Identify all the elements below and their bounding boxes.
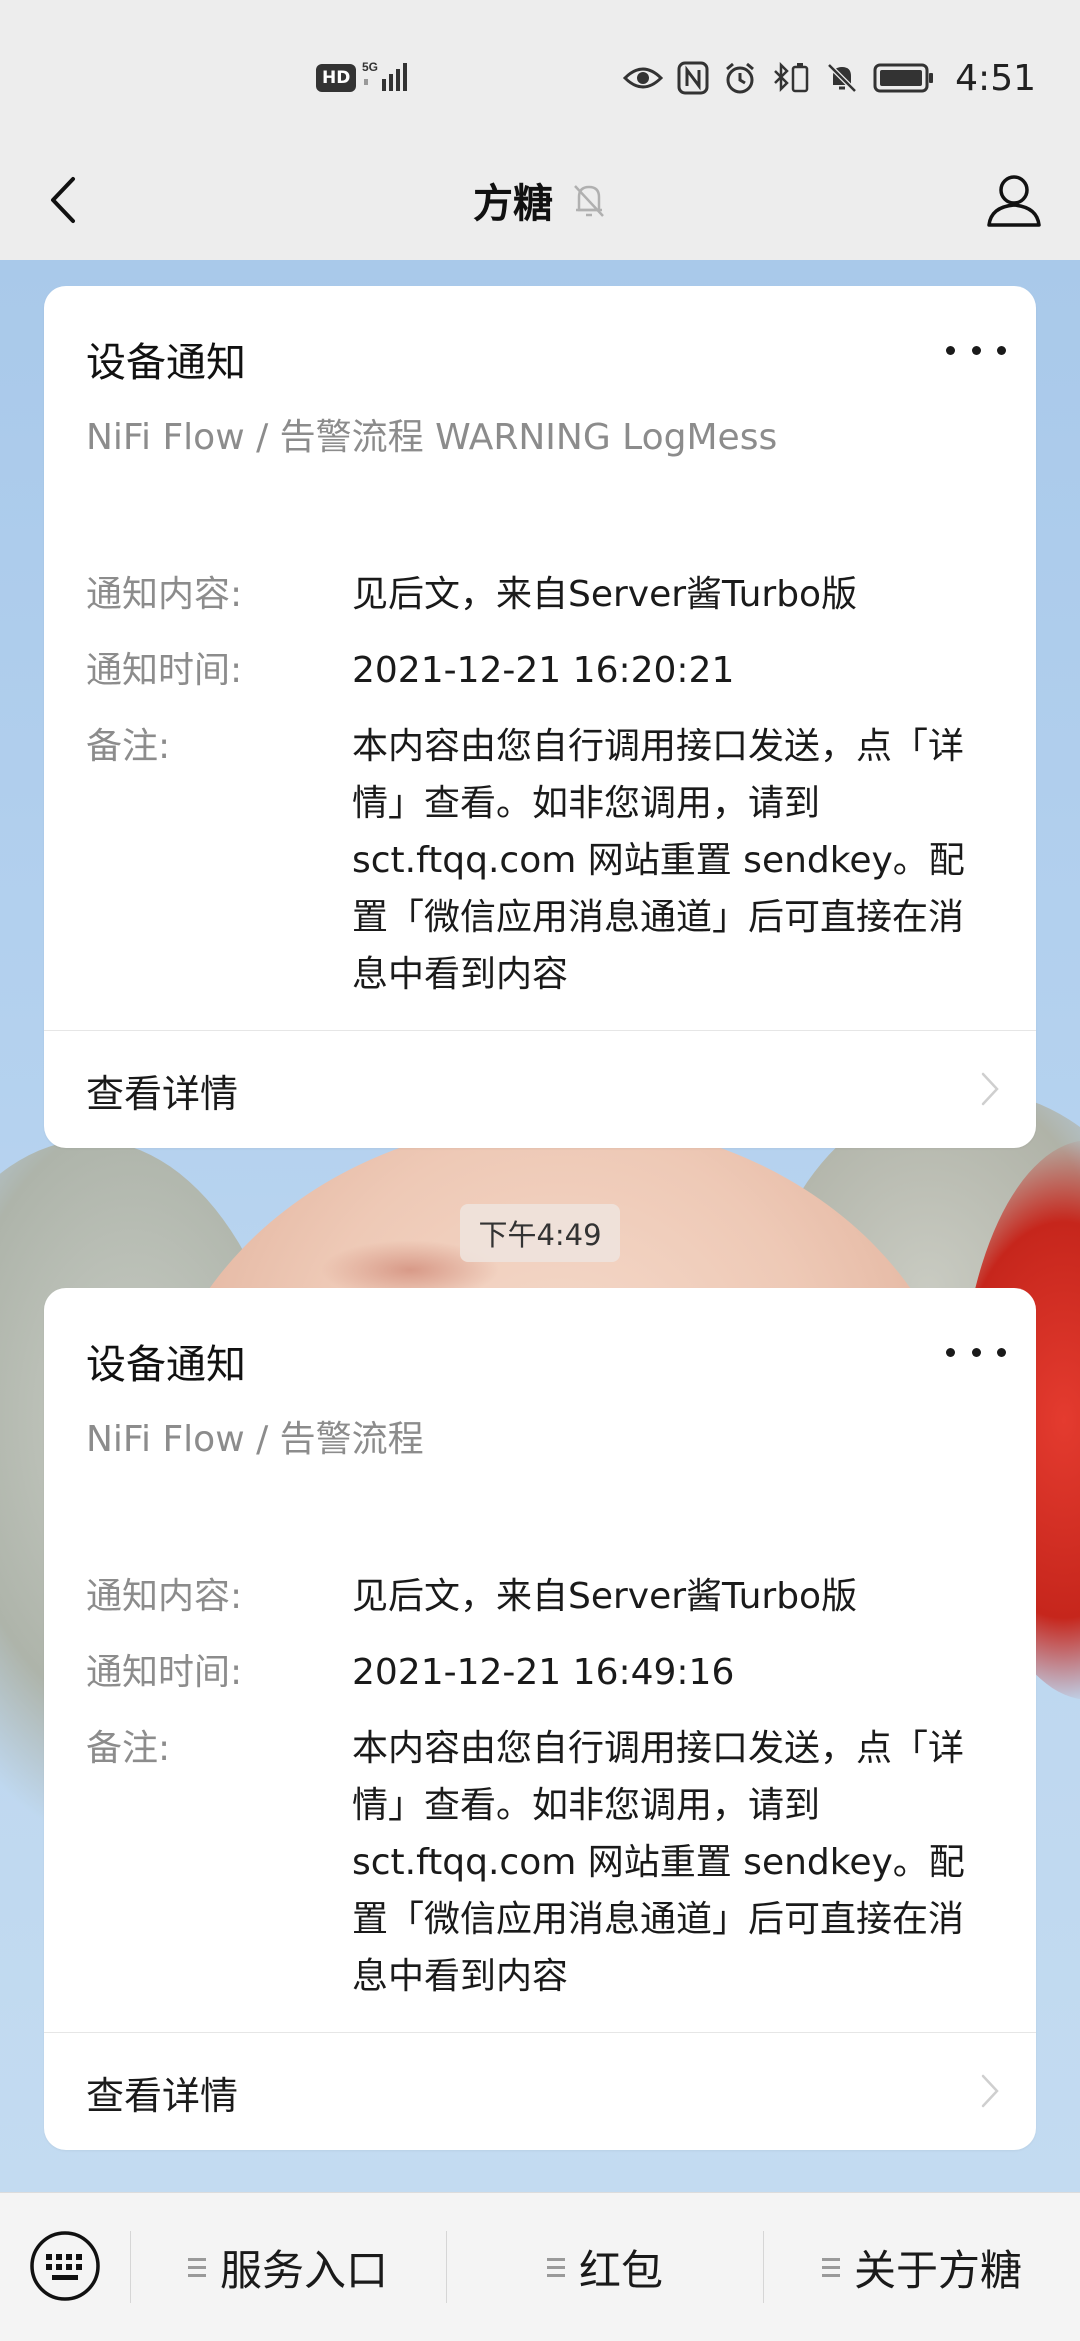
menu-lines-icon — [546, 2257, 565, 2277]
system-indicators: 4:51 — [623, 54, 1036, 102]
dot-icon — [971, 345, 981, 355]
dot-icon — [997, 345, 1006, 355]
status-time: 4:51 — [955, 57, 1036, 99]
menu-about[interactable]: 关于方糖 — [764, 2193, 1080, 2341]
battery-icon — [873, 62, 935, 94]
notification-card[interactable]: 设备通知 NiFi Flow / 告警流程 通知内容: 见后文，来自Server… — [44, 1288, 1036, 2150]
network-type-label: 5G — [362, 60, 378, 74]
dot-icon — [946, 345, 955, 355]
content-value: 见后文，来自Server酱Turbo版 — [352, 574, 858, 615]
menu-lines-icon — [821, 2257, 840, 2277]
card-title: 设备通知 — [86, 340, 246, 386]
menu-red-packet[interactable]: 红包 — [447, 2193, 763, 2341]
eye-icon — [623, 64, 664, 92]
notification-card[interactable]: 设备通知 NiFi Flow / 告警流程 WARNING LogMess 通知… — [44, 286, 1036, 1148]
mute-icon — [825, 61, 859, 95]
alarm-icon — [723, 61, 757, 95]
time-value: 2021-12-21 16:20:21 — [352, 650, 735, 691]
profile-button[interactable] — [976, 162, 1052, 238]
chat-area[interactable]: 设备通知 NiFi Flow / 告警流程 WARNING LogMess 通知… — [0, 260, 1080, 2192]
menu-service-entry[interactable]: 服务入口 — [130, 2193, 446, 2341]
hd-badge: HD — [316, 64, 357, 92]
nav-title-group: 方糖 — [0, 166, 1080, 234]
nav-bar: 方糖 — [0, 140, 1080, 260]
time-value: 2021-12-21 16:49:16 — [352, 1652, 735, 1693]
menu-lines-icon — [187, 2257, 206, 2277]
time-label: 通知时间: — [86, 650, 243, 691]
card-title: 设备通知 — [86, 1342, 246, 1388]
card-subtitle: NiFi Flow / 告警流程 — [86, 1419, 424, 1460]
content-label: 通知内容: — [86, 1576, 243, 1617]
view-details-label: 查看详情 — [86, 1072, 239, 1116]
nfc-icon — [677, 61, 709, 95]
bluetooth-battery-icon — [771, 61, 811, 95]
view-details-link[interactable]: 查看详情 — [44, 1031, 1036, 1148]
more-options-button[interactable] — [946, 1340, 1006, 1364]
more-options-button[interactable] — [946, 338, 1006, 362]
status-bar: HD 5G 4:51 — [0, 0, 1080, 140]
keyboard-toggle-button[interactable] — [26, 2227, 104, 2305]
person-icon — [987, 175, 1041, 227]
dot-icon — [946, 1347, 955, 1357]
view-details-link[interactable]: 查看详情 — [44, 2033, 1036, 2150]
bell-muted-icon — [574, 185, 604, 217]
remark-label: 备注: — [86, 726, 171, 767]
remark-value: 本内容由您自行调用接口发送，点「详情」查看。如非您调用，请到 sct.ftqq.… — [352, 726, 965, 995]
menu-label: 服务入口 — [219, 2245, 388, 2295]
bottom-menu-bar: 服务入口 红包 关于方糖 — [0, 2192, 1080, 2341]
content-label: 通知内容: — [86, 574, 243, 615]
menu-label: 关于方糖 — [853, 2245, 1022, 2295]
dot-icon — [997, 1347, 1006, 1357]
chevron-right-icon — [981, 2074, 999, 2108]
dot-icon — [971, 1347, 981, 1357]
remark-label: 备注: — [86, 1728, 171, 1769]
network-indicators: HD 5G — [316, 58, 412, 98]
card-subtitle: NiFi Flow / 告警流程 WARNING LogMess — [86, 417, 778, 458]
signal-icon: 5G — [362, 59, 412, 97]
time-label: 通知时间: — [86, 1652, 243, 1693]
content-value: 见后文，来自Server酱Turbo版 — [352, 1576, 858, 1617]
page-title: 方糖 — [473, 181, 553, 227]
chevron-right-icon — [981, 1072, 999, 1106]
message-timestamp: 下午4:49 — [460, 1204, 620, 1262]
view-details-label: 查看详情 — [86, 2074, 239, 2118]
menu-label: 红包 — [578, 2245, 663, 2295]
remark-value: 本内容由您自行调用接口发送，点「详情」查看。如非您调用，请到 sct.ftqq.… — [352, 1728, 965, 1997]
keyboard-icon — [30, 2231, 100, 2301]
